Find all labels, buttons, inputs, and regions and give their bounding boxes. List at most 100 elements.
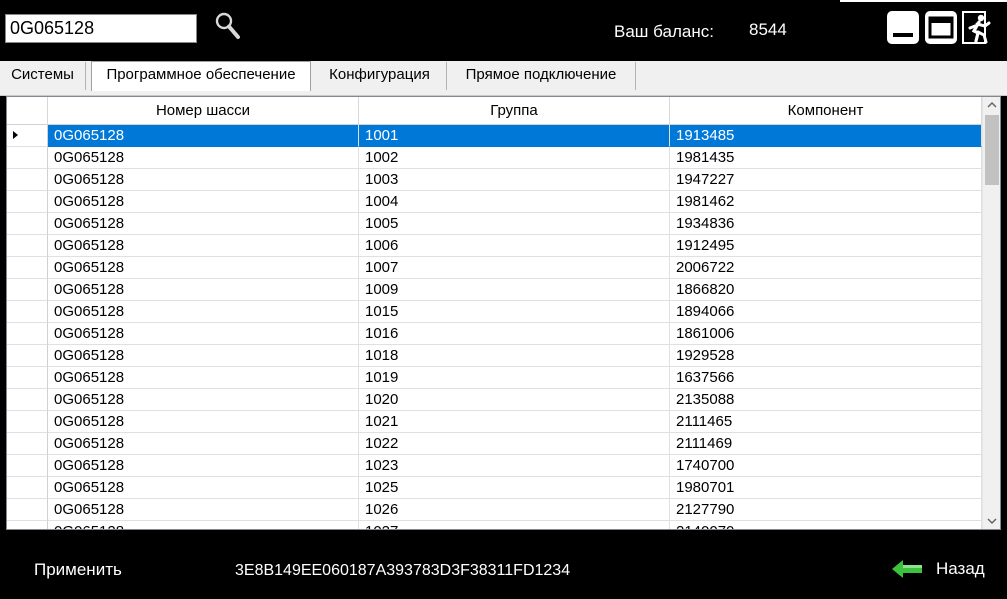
table-row[interactable]: 0G065128 1016 1861006 — [7, 323, 982, 345]
row-header[interactable] — [7, 477, 48, 499]
cell-group[interactable]: 1016 — [359, 323, 670, 345]
scroll-down-button[interactable] — [983, 512, 1000, 529]
cell-group[interactable]: 1003 — [359, 169, 670, 191]
maximize-button[interactable] — [925, 11, 957, 44]
table-row[interactable]: 0G065128 1003 1947227 — [7, 169, 982, 191]
cell-component[interactable]: 1980701 — [670, 477, 982, 499]
chassis-search-input[interactable] — [5, 14, 197, 43]
cell-component[interactable]: 1861006 — [670, 323, 982, 345]
row-header[interactable] — [7, 279, 48, 301]
cell-chassis[interactable]: 0G065128 — [48, 147, 359, 169]
row-header[interactable] — [7, 213, 48, 235]
cell-component[interactable]: 2006722 — [670, 257, 982, 279]
table-row[interactable]: 0G065128 1026 2127790 — [7, 499, 982, 521]
cell-group[interactable]: 1026 — [359, 499, 670, 521]
cell-chassis[interactable]: 0G065128 — [48, 345, 359, 367]
row-header[interactable] — [7, 411, 48, 433]
cell-chassis[interactable]: 0G065128 — [48, 235, 359, 257]
row-header[interactable] — [7, 147, 48, 169]
column-header-group[interactable]: Группа — [359, 97, 670, 125]
tab-software[interactable]: Программное обеспечение — [91, 61, 311, 91]
cell-group[interactable]: 1027 — [359, 521, 670, 529]
cell-group[interactable]: 1006 — [359, 235, 670, 257]
cell-component[interactable]: 2111469 — [670, 433, 982, 455]
row-header[interactable] — [7, 499, 48, 521]
cell-component[interactable]: 1894066 — [670, 301, 982, 323]
table-row[interactable]: 0G065128 1004 1981462 — [7, 191, 982, 213]
cell-component[interactable]: 1934836 — [670, 213, 982, 235]
cell-component[interactable]: 1981462 — [670, 191, 982, 213]
column-header-component[interactable]: Компонент — [670, 97, 982, 125]
minimize-button[interactable] — [887, 11, 919, 44]
cell-component[interactable]: 2135088 — [670, 389, 982, 411]
row-header[interactable] — [7, 455, 48, 477]
cell-chassis[interactable]: 0G065128 — [48, 367, 359, 389]
cell-component[interactable]: 2127790 — [670, 499, 982, 521]
cell-chassis[interactable]: 0G065128 — [48, 169, 359, 191]
cell-component[interactable]: 1637566 — [670, 367, 982, 389]
scroll-thumb[interactable] — [985, 115, 999, 185]
cell-component[interactable]: 1740700 — [670, 455, 982, 477]
table-row[interactable]: 0G065128 1002 1981435 — [7, 147, 982, 169]
exit-button[interactable] — [962, 11, 994, 44]
cell-group[interactable]: 1002 — [359, 147, 670, 169]
cell-chassis[interactable]: 0G065128 — [48, 433, 359, 455]
table-row[interactable]: 0G065128 1006 1912495 — [7, 235, 982, 257]
row-header[interactable] — [7, 235, 48, 257]
row-header[interactable] — [7, 301, 48, 323]
tab-systems[interactable]: Системы — [0, 62, 86, 90]
cell-group[interactable]: 1022 — [359, 433, 670, 455]
row-header[interactable] — [7, 191, 48, 213]
row-header[interactable] — [7, 521, 48, 529]
cell-group[interactable]: 1019 — [359, 367, 670, 389]
row-header[interactable] — [7, 257, 48, 279]
row-header[interactable] — [7, 389, 48, 411]
cell-chassis[interactable]: 0G065128 — [48, 499, 359, 521]
cell-group[interactable]: 1007 — [359, 257, 670, 279]
cell-chassis[interactable]: 0G065128 — [48, 301, 359, 323]
cell-chassis[interactable]: 0G065128 — [48, 323, 359, 345]
cell-group[interactable]: 1025 — [359, 477, 670, 499]
table-row[interactable]: 0G065128 1023 1740700 — [7, 455, 982, 477]
table-row[interactable]: 0G065128 1021 2111465 — [7, 411, 982, 433]
table-row[interactable]: 0G065128 1025 1980701 — [7, 477, 982, 499]
cell-group[interactable]: 1021 — [359, 411, 670, 433]
cell-chassis[interactable]: 0G065128 — [48, 279, 359, 301]
tab-direct-connection[interactable]: Прямое подключение — [447, 62, 636, 90]
cell-component[interactable]: 1912495 — [670, 235, 982, 257]
cell-group[interactable]: 1018 — [359, 345, 670, 367]
cell-chassis[interactable]: 0G065128 — [48, 191, 359, 213]
magnifier-icon[interactable] — [214, 11, 242, 41]
table-row[interactable]: 0G06512810272140070 — [7, 521, 982, 529]
row-header[interactable] — [7, 367, 48, 389]
cell-group[interactable]: 1004 — [359, 191, 670, 213]
cell-chassis[interactable]: 0G065128 — [48, 213, 359, 235]
cell-chassis[interactable]: 0G065128 — [48, 477, 359, 499]
row-header[interactable] — [7, 125, 48, 147]
cell-component[interactable]: 1947227 — [670, 169, 982, 191]
table-row[interactable]: 0G065128 1005 1934836 — [7, 213, 982, 235]
scroll-up-button[interactable] — [983, 97, 1000, 114]
table-row[interactable]: 0G065128 1020 2135088 — [7, 389, 982, 411]
row-header[interactable] — [7, 433, 48, 455]
cell-component[interactable]: 2140070 — [670, 521, 982, 529]
table-row[interactable]: 0G065128 1015 1894066 — [7, 301, 982, 323]
cell-group[interactable]: 1015 — [359, 301, 670, 323]
cell-chassis[interactable]: 0G065128 — [48, 257, 359, 279]
table-row[interactable]: 0G065128 1001 1913485 — [7, 125, 982, 147]
cell-component[interactable]: 1913485 — [670, 125, 982, 147]
back-button[interactable]: Назад — [891, 557, 991, 581]
row-header[interactable] — [7, 345, 48, 367]
cell-chassis[interactable]: 0G065128 — [48, 455, 359, 477]
cell-component[interactable]: 1866820 — [670, 279, 982, 301]
cell-group[interactable]: 1023 — [359, 455, 670, 477]
cell-chassis[interactable]: 0G065128 — [48, 389, 359, 411]
cell-chassis[interactable]: 0G065128 — [48, 125, 359, 147]
table-row[interactable]: 0G065128 1019 1637566 — [7, 367, 982, 389]
cell-group[interactable]: 1020 — [359, 389, 670, 411]
cell-component[interactable]: 1929528 — [670, 345, 982, 367]
table-row[interactable]: 0G065128 1018 1929528 — [7, 345, 982, 367]
cell-chassis[interactable]: 0G065128 — [48, 411, 359, 433]
row-header[interactable] — [7, 323, 48, 345]
cell-component[interactable]: 1981435 — [670, 147, 982, 169]
